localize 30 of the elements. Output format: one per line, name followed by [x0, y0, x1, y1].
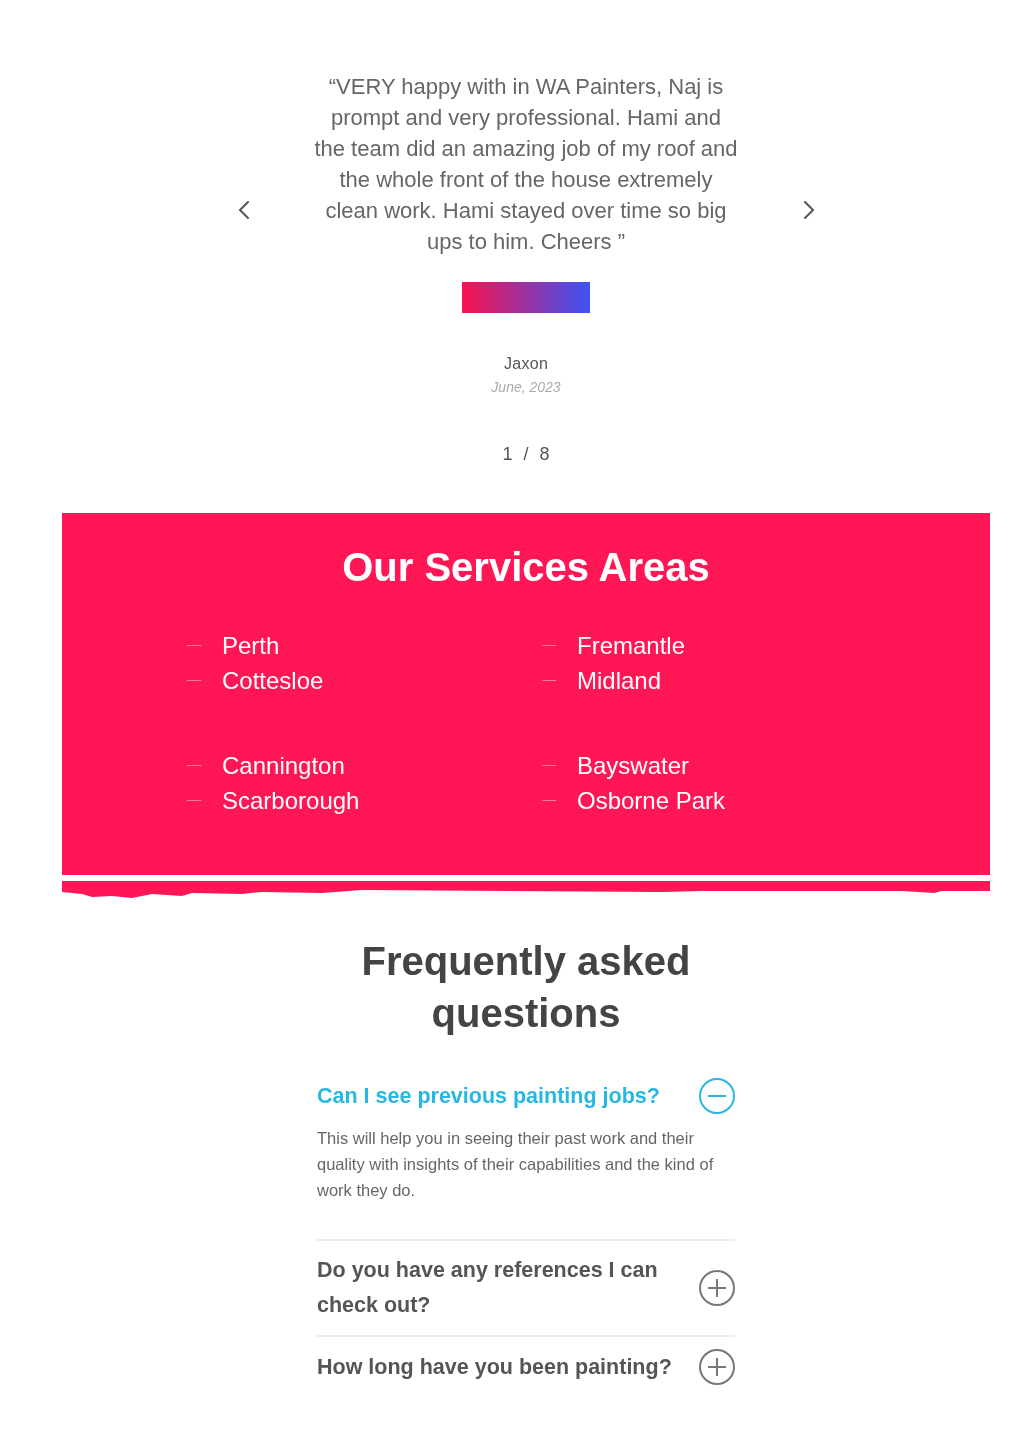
- dash-icon: [542, 765, 556, 766]
- section-title: Our Services Areas: [341, 544, 711, 591]
- minus-circle-icon[interactable]: [699, 1078, 735, 1114]
- area-name: Scarborough: [222, 786, 360, 816]
- area-name: Fremantle: [577, 631, 686, 661]
- faq-question[interactable]: Do you have any references I can check out?: [317, 1253, 677, 1323]
- chevron-right-icon: [803, 201, 814, 219]
- faq-title: Frequently asked questions: [360, 938, 692, 1037]
- dash-icon: [187, 800, 201, 801]
- dash-icon: [542, 800, 556, 801]
- dash-icon: [187, 765, 201, 766]
- area-name: Cottesloe: [222, 666, 324, 696]
- area-name: Osborne Park: [577, 786, 726, 816]
- dash-icon: [542, 680, 556, 681]
- dash-icon: [187, 680, 201, 681]
- area-name: Cannington: [222, 751, 345, 781]
- dash-icon: [187, 645, 201, 646]
- slide-counter: 1 / 8: [502, 443, 550, 466]
- review-date: June, 2023: [491, 378, 561, 396]
- chevron-left-icon: [238, 201, 249, 219]
- plus-circle-icon[interactable]: [699, 1349, 735, 1385]
- area-name: Perth: [222, 631, 280, 661]
- faq-answer: This will help you in seeing their past work and their quality with insights of their capabilities and the kind of work they do.: [317, 1128, 715, 1201]
- plus-circle-icon[interactable]: [699, 1270, 735, 1306]
- area-name: Bayswater: [577, 751, 690, 781]
- testimonial-quote: “VERY happy with in WA Painters, Naj is prompt and very professional. Hami and the team did an amazing job of my roof and the whole front of the house extremely clean work. Hami stayed over time so big ups to him. Cheers ”: [313, 73, 739, 256]
- area-name: Midland: [577, 666, 662, 696]
- dash-icon: [542, 645, 556, 646]
- author-name: Jaxon: [503, 354, 549, 374]
- faq-question[interactable]: How long have you been painting?: [317, 1349, 672, 1385]
